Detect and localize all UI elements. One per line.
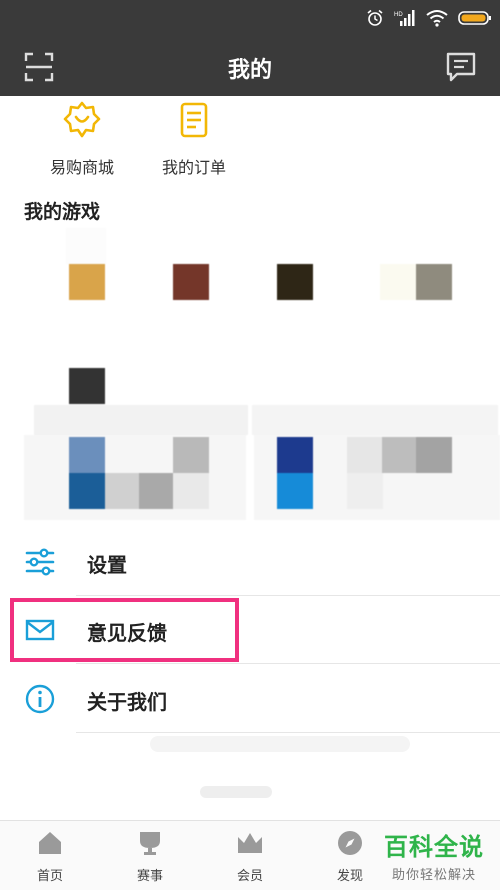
alarm-icon <box>367 9 383 26</box>
menu-item-about[interactable]: 关于我们 <box>0 666 500 732</box>
tab-vip-label: 会员 <box>236 869 263 884</box>
tab-home-label: 首页 <box>36 869 63 884</box>
shortcut-mall-label: 易购商城 <box>49 158 114 177</box>
signal-icon: HD <box>394 10 415 26</box>
compass-icon <box>338 831 362 855</box>
home-icon <box>39 832 61 854</box>
blurred-area <box>150 736 410 752</box>
game-tile[interactable] <box>69 368 105 404</box>
menu-item-about-label: 关于我们 <box>87 690 167 714</box>
wifi-icon <box>426 10 448 27</box>
game-tile[interactable] <box>173 264 209 300</box>
games-grid <box>0 225 500 520</box>
watermark: 百科全说 助你轻松解决 <box>374 827 494 883</box>
crown-icon <box>238 833 262 853</box>
blurred-footer-text <box>200 786 272 798</box>
game-tile[interactable] <box>277 473 313 509</box>
info-icon <box>25 684 55 714</box>
game-tile[interactable] <box>416 264 452 300</box>
shortcut-orders[interactable]: 我的订单 <box>149 100 239 178</box>
svg-text:HD: HD <box>394 12 403 18</box>
watermark-subtitle: 助你轻松解决 <box>391 868 476 883</box>
mall-icon <box>63 101 101 138</box>
tab-events[interactable]: 赛事 <box>115 829 185 884</box>
shortcut-orders-label: 我的订单 <box>161 158 226 177</box>
app-header: 我的 <box>0 36 500 96</box>
bottom-tab-bar: 首页 赛事 会员 发现 百科全说 助你轻松解决 <box>0 820 500 890</box>
game-tile[interactable] <box>173 437 209 473</box>
tab-vip[interactable]: 会员 <box>215 829 285 884</box>
order-icon <box>180 102 208 138</box>
message-icon <box>446 52 476 82</box>
games-section-title: 我的游戏 <box>24 201 101 223</box>
trophy-icon <box>140 832 160 855</box>
shortcut-mall[interactable]: 易购商城 <box>37 100 127 178</box>
divider <box>76 732 500 733</box>
page-title: 我的 <box>227 58 272 83</box>
status-bar: HD <box>0 0 500 36</box>
game-tile[interactable] <box>69 473 105 509</box>
menu-item-settings-label: 设置 <box>87 553 127 577</box>
divider <box>76 595 500 596</box>
game-tile[interactable] <box>69 264 105 300</box>
game-tile[interactable] <box>416 437 452 473</box>
status-icons: HD <box>366 8 492 28</box>
watermark-title: 百科全说 <box>384 833 484 861</box>
battery-icon <box>458 11 491 25</box>
tab-home[interactable]: 首页 <box>15 829 85 884</box>
game-tile[interactable] <box>277 264 313 300</box>
message-button[interactable] <box>444 50 478 84</box>
highlight-box <box>10 598 239 662</box>
tab-events-label: 赛事 <box>136 869 163 884</box>
sliders-icon <box>25 548 55 576</box>
menu-item-settings[interactable]: 设置 <box>0 529 500 595</box>
game-tile[interactable] <box>277 437 313 473</box>
divider <box>76 663 500 664</box>
game-tile[interactable] <box>69 437 105 473</box>
